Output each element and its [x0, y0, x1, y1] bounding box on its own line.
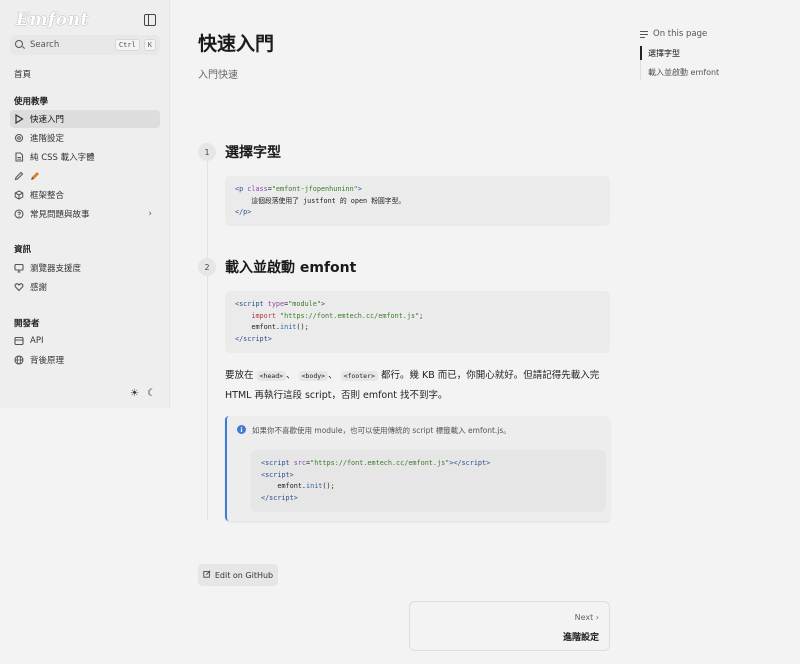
heart-icon	[14, 282, 24, 292]
sidebar-item-faq[interactable]: 常見問題與故事 ›	[10, 205, 160, 223]
sidebar-item-label: 常見問題與故事	[30, 210, 90, 220]
pencil-icon	[14, 171, 24, 181]
edit-icon	[203, 570, 211, 580]
info-callout: i 如果你不喜歡使用 module，也可以使用傳統的 script 標籤載入 e…	[225, 416, 610, 521]
sidebar-item-home[interactable]: 首頁	[10, 65, 160, 83]
inline-code-body: <body>	[298, 371, 329, 381]
sidebar-item-label: 純 CSS 載入字體	[30, 153, 95, 163]
edit-label: Edit on GitHub	[214, 570, 274, 580]
monitor-icon	[14, 263, 24, 273]
code-block-module[interactable]: <script type="module"> import "https://f…	[225, 291, 610, 353]
toc-header-label: On this page	[653, 29, 708, 39]
search-icon	[15, 40, 25, 50]
code-block-classic[interactable]: <script src="https://font.emtech.cc/emfo…	[251, 450, 606, 512]
toc-item-load-emfont[interactable]: 載入並啟動 emfont	[648, 67, 719, 78]
pencil-emoji-icon	[30, 171, 40, 181]
sun-icon[interactable]: ☀	[130, 388, 139, 399]
sidebar-item-label: 首頁	[14, 70, 32, 80]
steps-line	[207, 160, 208, 520]
sidebar-item-pure-css[interactable]: 純 CSS 載入字體	[10, 148, 160, 166]
para-separator: 、	[328, 370, 338, 381]
sidebar-item-internals[interactable]: 背後原理	[10, 351, 160, 369]
sidebar-item-frameworks[interactable]: 框架整合	[10, 186, 160, 204]
play-icon	[14, 114, 24, 124]
chevron-right-icon[interactable]: ›	[148, 209, 152, 219]
step-number: 1	[198, 143, 216, 161]
info-icon: i	[237, 425, 246, 434]
sidebar-item-pencil[interactable]	[10, 167, 160, 185]
sidebar-item-label: 進階設定	[30, 134, 65, 144]
question-icon	[14, 209, 24, 219]
toc-active-indicator	[640, 46, 642, 60]
gear-icon	[14, 133, 24, 143]
step-title-load-emfont: 載入並啟動 emfont	[225, 260, 357, 276]
next-page-card[interactable]: Next › 進階設定	[409, 601, 610, 651]
sidebar-item-label: API	[30, 336, 44, 346]
search-label: Search	[30, 40, 60, 50]
sidebar: Emfont Search Ctrl K 首頁 使用教學 快速入門 進階設定 純…	[0, 0, 170, 408]
next-label: Next ›	[574, 613, 599, 622]
sidebar-item-api[interactable]: API	[10, 332, 160, 350]
step-title-choose-font: 選擇字型	[225, 145, 281, 161]
step-number: 2	[198, 258, 216, 276]
section-heading-tutorial: 使用教學	[14, 97, 49, 107]
sidebar-item-advanced[interactable]: 進階設定	[10, 129, 160, 147]
sidebar-item-label: 感謝	[30, 283, 48, 293]
inline-code-head: <head>	[256, 371, 287, 381]
shortcut-ctrl: Ctrl	[114, 39, 140, 51]
sidebar-item-thanks[interactable]: 感謝	[10, 278, 160, 296]
moon-icon[interactable]: ☾	[147, 388, 156, 399]
sidebar-toggle-icon[interactable]	[144, 14, 156, 26]
sidebar-item-label: 快速入門	[30, 115, 65, 125]
instruction-paragraph: 要放在 <head>、 <body>、 <footer> 都行。幾 KB 而已，…	[225, 366, 610, 405]
sidebar-item-label: 瀏覽器支援度	[30, 264, 82, 274]
globe-icon	[14, 355, 24, 365]
toc-item-choose-font[interactable]: 選擇字型	[648, 48, 680, 59]
sidebar-item-browser-support[interactable]: 瀏覽器支援度	[10, 259, 160, 277]
page-title: 快速入門	[198, 33, 275, 55]
theme-switcher: ☀ ☾	[130, 388, 156, 399]
edit-on-github-button[interactable]: Edit on GitHub	[198, 564, 278, 586]
shortcut-k: K	[143, 39, 156, 51]
callout-text: 如果你不喜歡使用 module，也可以使用傳統的 script 標籤載入 emf…	[252, 426, 511, 435]
sidebar-item-quickstart[interactable]: 快速入門	[10, 110, 160, 128]
next-page-title: 進階設定	[562, 633, 599, 643]
sidebar-item-label: 背後原理	[30, 356, 65, 366]
list-icon	[640, 30, 648, 38]
para-text: 要放在	[225, 370, 254, 381]
file-icon	[14, 152, 24, 162]
para-separator: 、	[286, 370, 296, 381]
cube-icon	[14, 190, 24, 200]
search-input[interactable]: Search Ctrl K	[10, 35, 160, 55]
inline-code-footer: <footer>	[340, 371, 378, 381]
toc-header: On this page	[640, 29, 707, 39]
logo[interactable]: Emfont	[16, 10, 89, 30]
section-heading-info: 資訊	[14, 245, 32, 255]
page-subtitle: 入門快速	[198, 70, 238, 81]
api-icon	[14, 336, 24, 346]
code-block-font[interactable]: <p class="emfont-jfopenhuninn"> 這個段落使用了 …	[225, 176, 610, 226]
section-heading-developers: 開發者	[14, 319, 40, 329]
sidebar-item-label: 框架整合	[30, 191, 65, 201]
